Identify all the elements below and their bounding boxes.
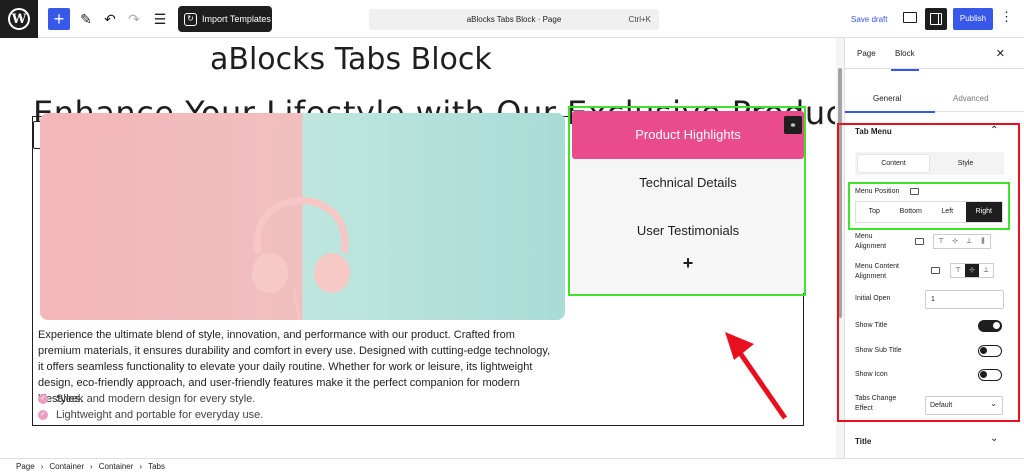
show-title-label: Show Title: [855, 322, 888, 329]
chevron-right-icon: ›: [40, 461, 44, 471]
breadcrumb-container[interactable]: Container: [49, 462, 84, 471]
pencil-icon[interactable]: ✎: [76, 9, 96, 29]
content-tab[interactable]: Content: [858, 155, 929, 172]
desktop-icon[interactable]: [931, 267, 940, 274]
chevron-right-icon: ›: [90, 461, 93, 471]
align-bottom-icon[interactable]: ⊥: [979, 264, 993, 277]
check-icon: ✓: [38, 394, 48, 404]
align-middle-icon[interactable]: ⊹: [965, 264, 979, 277]
initial-open-label: Initial Open: [855, 295, 891, 302]
menu-alignment-label: Menu Alignment: [855, 233, 887, 250]
tab-technical-details[interactable]: Technical Details: [572, 159, 804, 207]
tabs-change-effect-select[interactable]: Default: [925, 395, 1003, 415]
sidebar-tabs: Page Block ✕: [845, 38, 1024, 71]
menu-position-buttons: Top Bottom Left Right: [855, 201, 1003, 223]
close-icon[interactable]: ✕: [996, 47, 1005, 60]
menu-content-alignment-buttons: ⊤ ⊹ ⊥: [950, 263, 994, 278]
desktop-icon[interactable]: [910, 188, 919, 195]
save-draft-button[interactable]: Save draft: [851, 15, 887, 24]
position-right-button[interactable]: Right: [965, 202, 1002, 222]
list-item[interactable]: ✓ Lightweight and portable for everyday u…: [38, 407, 263, 423]
publish-button[interactable]: Publish: [953, 8, 993, 30]
align-stretch-icon[interactable]: ⫼: [976, 235, 990, 248]
tab-user-testimonials[interactable]: User Testimonials: [572, 207, 804, 255]
red-arrow-annotation: [725, 332, 788, 420]
add-tab-button[interactable]: +: [572, 253, 804, 274]
show-sub-title-label: Show Sub Title: [855, 347, 902, 354]
command-palette-bar[interactable]: aBlocks Tabs Block · Page Ctrl+K: [369, 9, 659, 30]
add-block-button[interactable]: +: [48, 8, 70, 30]
show-title-toggle[interactable]: [978, 320, 1002, 332]
document-title: aBlocks Tabs Block · Page: [466, 15, 562, 24]
page-heading[interactable]: aBlocks Tabs Block: [210, 42, 492, 77]
title-section[interactable]: Title: [855, 437, 871, 446]
top-toolbar: W + ✎ ↶ ↷ ☰ ↻ Import Templates aBlocks Ta…: [0, 0, 1024, 38]
breadcrumb-tabs[interactable]: Tabs: [148, 462, 165, 471]
link-icon[interactable]: ⚭: [784, 116, 802, 134]
tab-product-highlights[interactable]: Product Highlights: [572, 111, 804, 159]
position-left-button[interactable]: Left: [929, 202, 966, 222]
position-bottom-button[interactable]: Bottom: [893, 202, 930, 222]
sidebar-icon: [930, 13, 942, 25]
chevron-right-icon: ›: [139, 461, 143, 471]
tab-advanced[interactable]: Advanced: [953, 94, 989, 103]
breadcrumb-container[interactable]: Container: [99, 462, 134, 471]
breadcrumb-page[interactable]: Page: [16, 462, 35, 471]
headphones-illustration: [252, 197, 350, 320]
tab-page[interactable]: Page: [857, 49, 876, 58]
menu-position-label: Menu Position: [855, 188, 900, 195]
check-icon: ✓: [38, 410, 48, 420]
menu-alignment-buttons: ⊤ ⊹ ⊥ ⫼: [933, 234, 991, 249]
position-top-button[interactable]: Top: [856, 202, 893, 222]
tab-block[interactable]: Block: [891, 49, 919, 71]
style-tab[interactable]: Style: [930, 155, 1001, 172]
tab-menu: Product Highlights Technical Details Use…: [572, 111, 804, 293]
undo-icon[interactable]: ↶: [100, 9, 120, 29]
chevron-down-icon[interactable]: ⌄: [990, 433, 998, 444]
align-bottom-icon[interactable]: ⊥: [962, 235, 976, 248]
show-icon-label: Show Icon: [855, 371, 888, 378]
settings-subtabs: General Advanced: [845, 82, 1024, 113]
more-options-icon[interactable]: ⋮: [1000, 9, 1013, 25]
shortcut-hint: Ctrl+K: [628, 15, 651, 24]
import-icon: ↻: [184, 12, 197, 26]
import-templates-button[interactable]: ↻ Import Templates: [178, 6, 272, 32]
menu-content-alignment-label: Menu Content Alignment: [855, 263, 899, 280]
preview-icon[interactable]: [903, 12, 917, 23]
show-icon-toggle[interactable]: [978, 369, 1002, 381]
headphones-image[interactable]: [40, 113, 565, 320]
wordpress-logo-icon[interactable]: W: [0, 0, 38, 38]
desktop-icon[interactable]: [915, 238, 924, 245]
tab-general[interactable]: General: [845, 94, 937, 113]
list-item[interactable]: ✓ Sleek and modern design for every style…: [38, 391, 263, 407]
align-top-icon[interactable]: ⊤: [934, 235, 948, 248]
align-middle-icon[interactable]: ⊹: [948, 235, 962, 248]
content-style-toggle: Content Style: [855, 152, 1004, 175]
chevron-up-icon[interactable]: ⌃: [990, 125, 998, 136]
initial-open-input[interactable]: 1: [925, 290, 1004, 309]
tabs-change-effect-label: Tabs Change Effect: [855, 395, 897, 412]
tab-menu-section-title[interactable]: Tab Menu: [855, 127, 892, 136]
feature-list: ✓ Sleek and modern design for every style…: [38, 391, 263, 423]
breadcrumb: Page › Container › Container › Tabs: [0, 458, 1024, 473]
align-top-icon[interactable]: ⊤: [951, 264, 965, 277]
show-sub-title-toggle[interactable]: [978, 345, 1002, 357]
settings-toggle-button[interactable]: [925, 8, 947, 30]
redo-icon[interactable]: ↷: [124, 9, 144, 29]
document-overview-icon[interactable]: ☰: [150, 9, 170, 29]
